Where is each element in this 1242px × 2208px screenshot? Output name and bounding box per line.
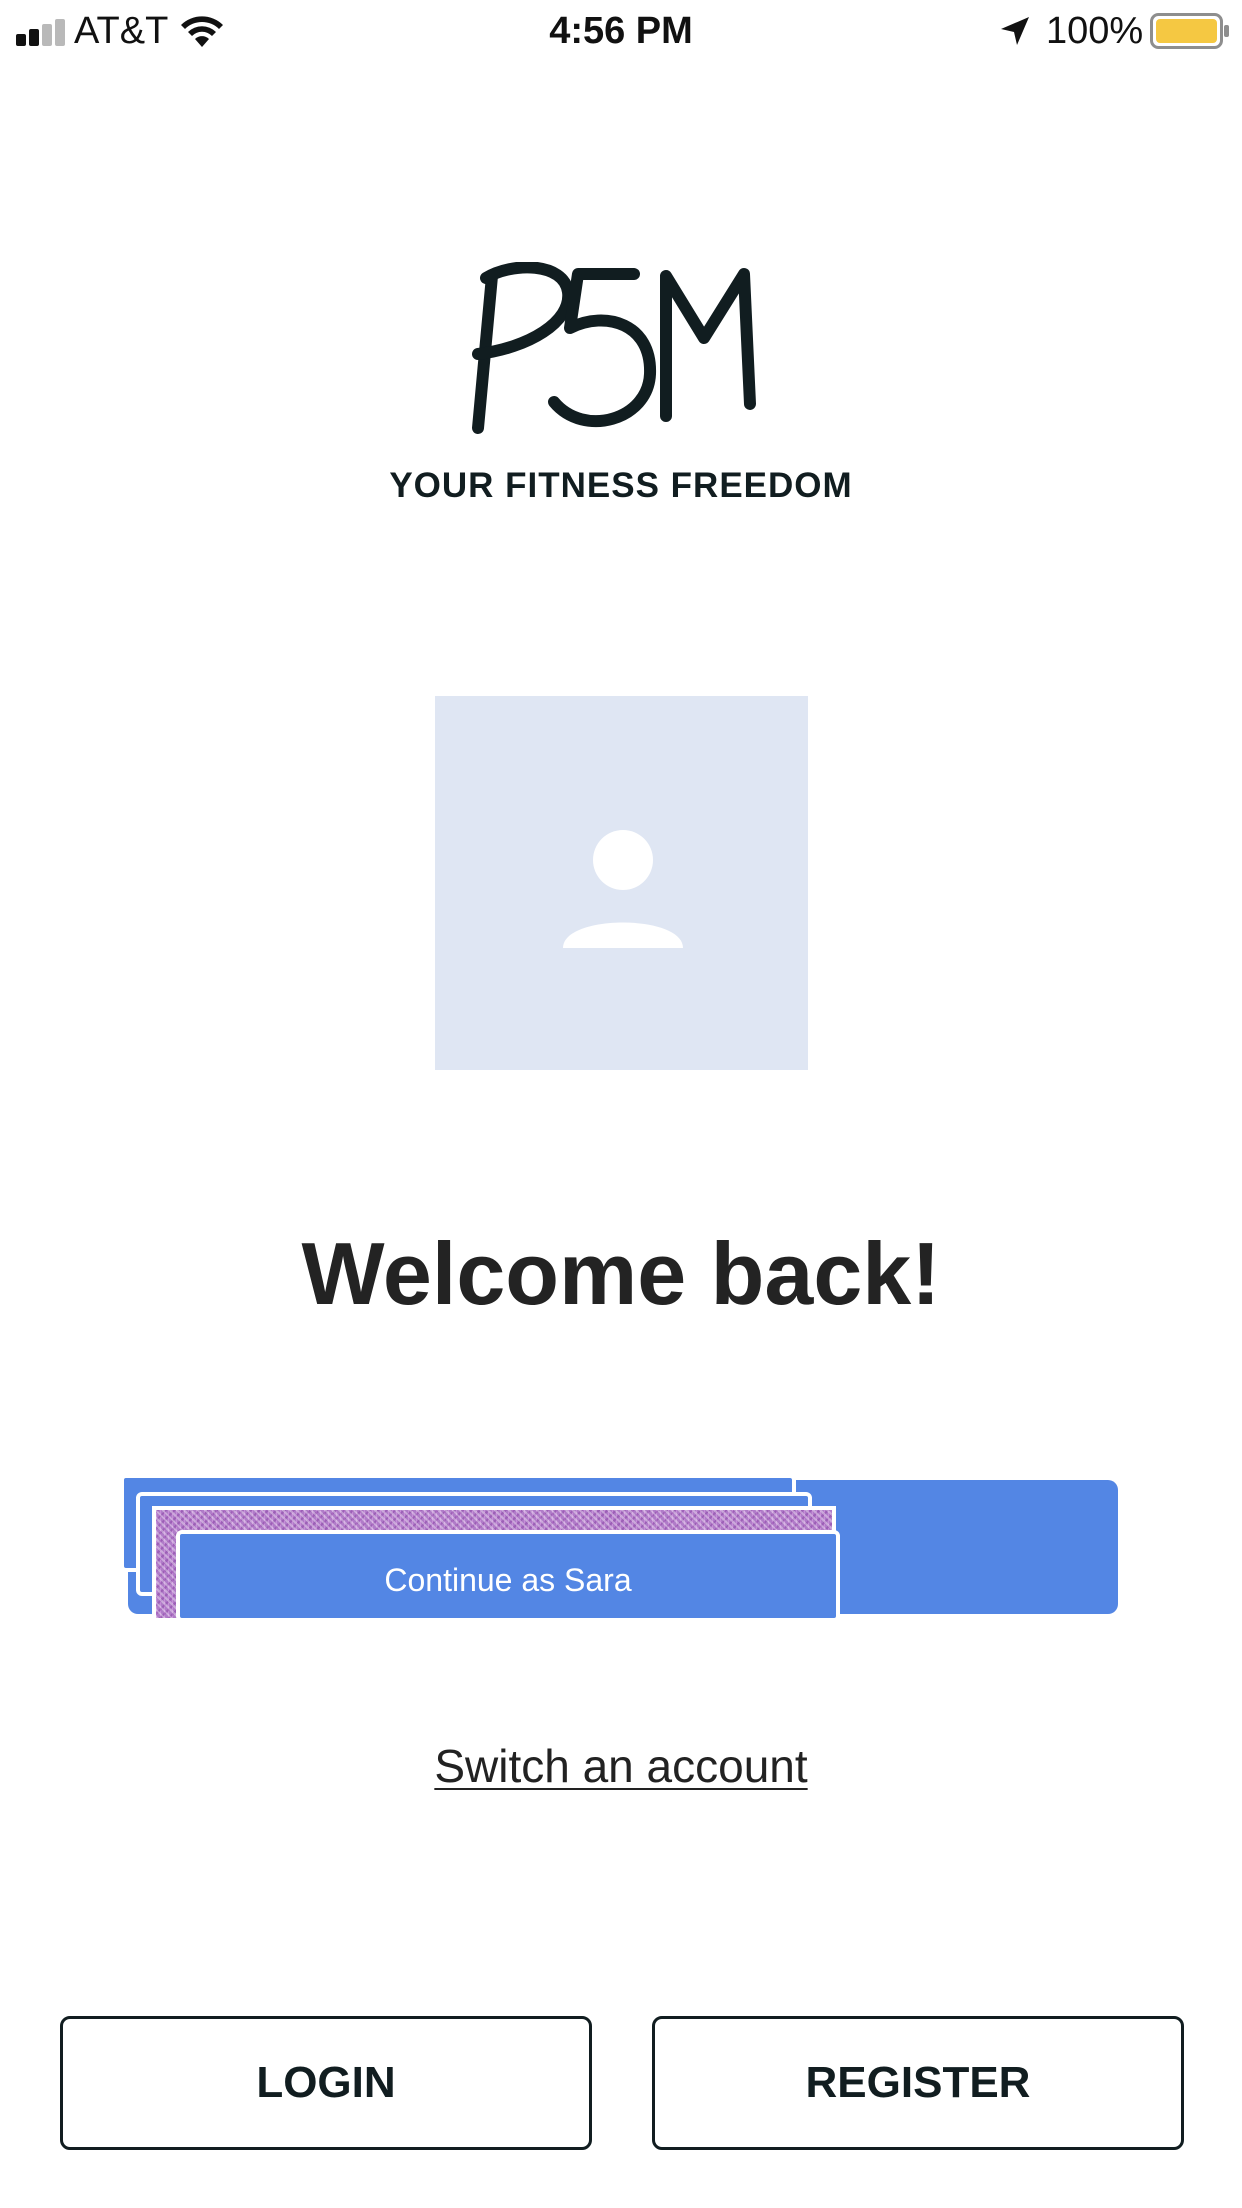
- switch-account-link[interactable]: Switch an account: [434, 1740, 807, 1792]
- continue-button-area: Continue as Sara: [112, 1468, 1122, 1632]
- continue-as-button[interactable]: Continue as Sara: [176, 1530, 840, 1622]
- brand-logo: [472, 262, 756, 434]
- status-bar: AT&T 4:56 PM 100%: [0, 0, 1242, 62]
- register-button[interactable]: REGISTER: [652, 2016, 1184, 2150]
- battery-icon: [1150, 13, 1229, 49]
- profile-avatar: [435, 696, 808, 1070]
- location-arrow-icon: [1001, 17, 1029, 45]
- login-button[interactable]: LOGIN: [60, 2016, 592, 2150]
- welcome-title: Welcome back!: [301, 1224, 941, 1323]
- brand-tagline: YOUR FITNESS FREEDOM: [389, 466, 853, 505]
- user-placeholder-icon: [563, 830, 683, 948]
- switch-account-container: Switch an account: [0, 1738, 1242, 1794]
- battery-percent: 100%: [1046, 10, 1144, 52]
